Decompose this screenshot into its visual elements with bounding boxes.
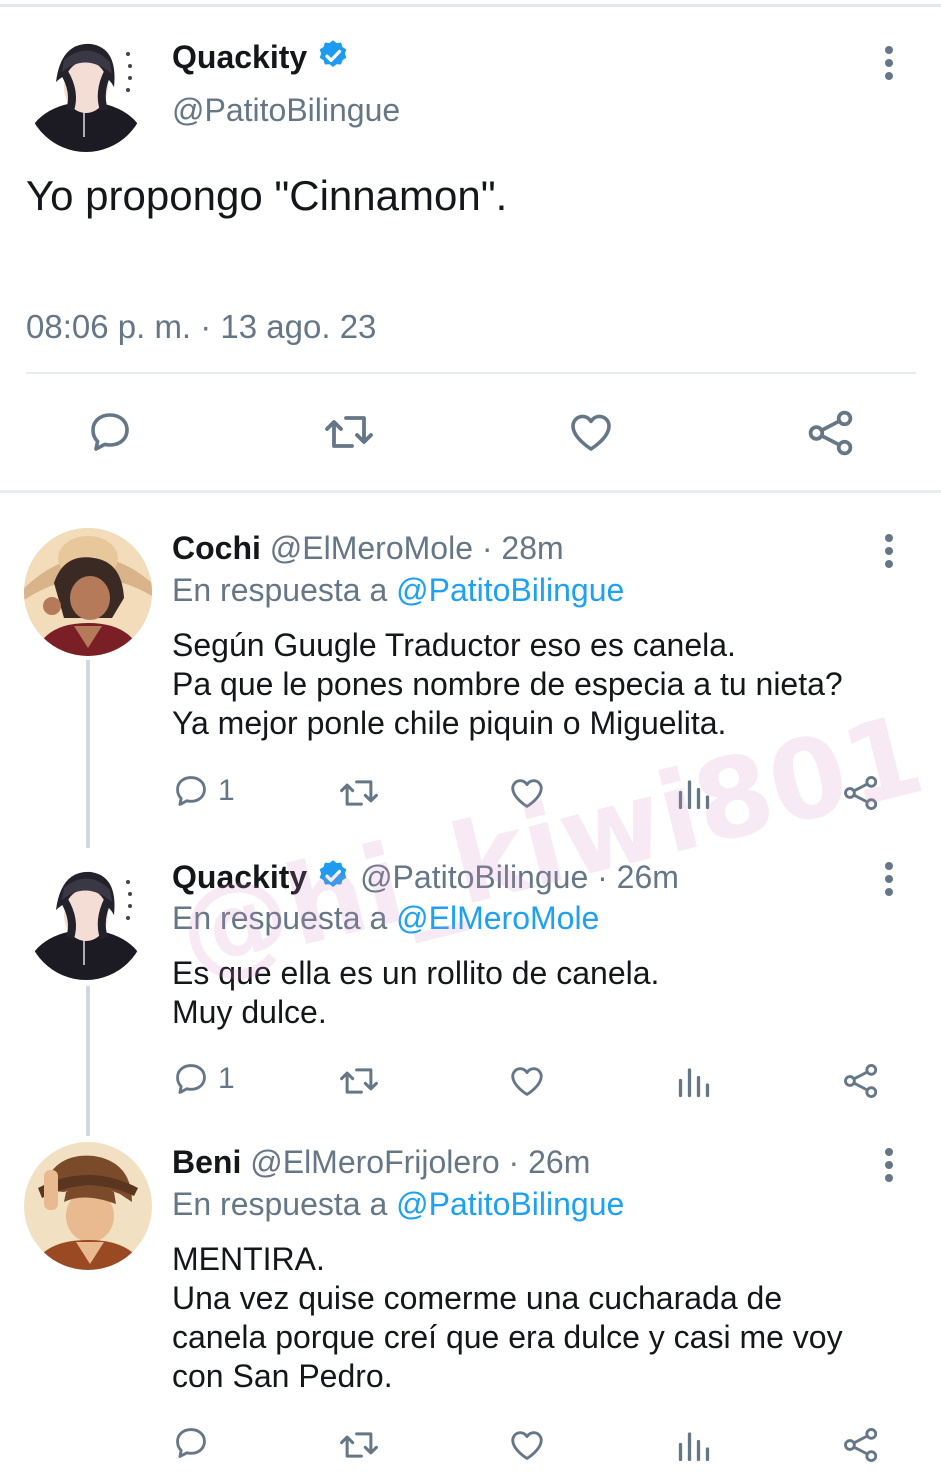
retweet-button[interactable]	[322, 408, 376, 456]
text-line: Según Guugle Traductor eso es canela.	[172, 627, 736, 663]
author-name[interactable]: Quackity	[172, 859, 307, 895]
author-name[interactable]: Beni	[172, 1144, 241, 1180]
heart-icon	[511, 1067, 543, 1096]
author-name[interactable]: Cochi	[172, 530, 261, 566]
retweet-icon	[340, 1068, 378, 1094]
retweet-button[interactable]	[336, 774, 382, 812]
more-options-icon[interactable]	[879, 46, 899, 86]
share-button[interactable]	[842, 1426, 880, 1464]
avatar[interactable]	[24, 1142, 152, 1270]
like-button[interactable]	[507, 1426, 547, 1464]
reply-button[interactable]: 1	[172, 772, 235, 810]
reply-to-line: En respuesta a @PatitoBilingue	[172, 1186, 624, 1223]
reply-to-line: En respuesta a @ElMeroMole	[172, 900, 599, 937]
reply-icon	[176, 1428, 206, 1458]
text-line: Una vez quise comerme una cucharada de	[172, 1280, 783, 1316]
reply-to-label: En respuesta a	[172, 900, 388, 936]
retweet-icon	[340, 1432, 378, 1458]
reply-to-line: En respuesta a @PatitoBilingue	[172, 572, 624, 609]
analytics-button[interactable]	[676, 1428, 712, 1464]
avatar[interactable]	[24, 528, 152, 656]
reply-author-line: Quackity @PatitoBilingue · 26m	[172, 858, 679, 896]
heart-icon	[511, 779, 543, 808]
text-line: MENTIRA.	[172, 1241, 325, 1277]
reply-button[interactable]	[86, 408, 134, 456]
like-button[interactable]	[507, 1062, 547, 1100]
reply-time: · 28m	[481, 530, 564, 566]
tweet-timestamp: 08:06 p. m. · 13 ago. 23	[26, 308, 377, 345]
verified-badge-icon	[319, 860, 347, 887]
share-button[interactable]	[806, 408, 856, 458]
share-icon	[844, 1428, 878, 1462]
reply-author-line: Beni @ElMeroFrijolero · 26m	[172, 1144, 590, 1181]
reply-to-handle[interactable]: @PatitoBilingue	[396, 572, 624, 608]
retweet-icon	[340, 780, 378, 806]
analytics-icon	[678, 1068, 710, 1098]
share-icon	[808, 410, 853, 456]
reply-tweet[interactable]: Beni @ElMeroFrijolero · 26m En respuesta…	[0, 1134, 941, 1475]
reply-text: Es que ella es un rollito de canela. Muy…	[172, 954, 912, 1032]
share-button[interactable]	[842, 1062, 880, 1100]
avatar[interactable]	[26, 32, 146, 152]
retweet-button[interactable]	[336, 1426, 382, 1464]
verified-badge-icon	[319, 40, 347, 67]
reply-icon	[91, 413, 129, 451]
text-line: con San Pedro.	[172, 1358, 393, 1394]
text-line: Muy dulce.	[172, 994, 327, 1030]
heart-icon	[511, 1431, 543, 1460]
like-button[interactable]	[507, 774, 547, 812]
reply-tweet[interactable]: Cochi @ElMeroMole · 28m En respuesta a @…	[0, 520, 941, 840]
more-options-icon[interactable]	[879, 1148, 899, 1188]
analytics-icon	[678, 1432, 710, 1462]
reply-icon	[176, 776, 206, 806]
author-handle[interactable]: @ElMeroFrijolero	[250, 1144, 499, 1180]
author-line: Quackity	[172, 38, 351, 76]
author-handle[interactable]: @ElMeroMole	[270, 530, 473, 566]
reply-text: MENTIRA. Una vez quise comerme una cucha…	[172, 1240, 912, 1396]
analytics-button[interactable]	[676, 776, 712, 812]
section-divider	[0, 490, 941, 493]
reply-count: 1	[218, 774, 235, 807]
reply-to-label: En respuesta a	[172, 1186, 388, 1222]
share-button[interactable]	[842, 774, 880, 812]
avatar[interactable]	[26, 860, 146, 980]
reply-to-handle[interactable]: @ElMeroMole	[396, 900, 599, 936]
heart-icon	[571, 414, 611, 451]
text-line: canela porque creí que era dulce y casi …	[172, 1319, 843, 1355]
reply-count: 1	[218, 1062, 235, 1095]
retweet-button[interactable]	[336, 1062, 382, 1100]
main-tweet: Quackity @PatitoBilingue Yo propongo "Ci…	[0, 0, 941, 492]
text-line: Ya mejor ponle chile piquin o Miguelita.	[172, 705, 727, 741]
reply-tweet[interactable]: Quackity @PatitoBilingue · 26m En respue…	[0, 848, 941, 1128]
reply-button[interactable]	[172, 1424, 218, 1462]
analytics-icon	[678, 780, 710, 810]
reply-to-handle[interactable]: @PatitoBilingue	[396, 1186, 624, 1222]
like-button[interactable]	[566, 408, 616, 456]
author-handle[interactable]: @PatitoBilingue	[172, 92, 400, 129]
reply-to-label: En respuesta a	[172, 572, 388, 608]
divider	[26, 372, 916, 374]
reply-icon	[176, 1064, 206, 1094]
share-icon	[844, 776, 878, 810]
reply-author-line: Cochi @ElMeroMole · 28m	[172, 530, 564, 567]
more-options-icon[interactable]	[879, 862, 899, 902]
reply-button[interactable]: 1	[172, 1060, 235, 1098]
retweet-icon	[325, 416, 373, 448]
reply-time: · 26m	[597, 859, 679, 895]
analytics-button[interactable]	[676, 1064, 712, 1100]
tweet-text: Yo propongo "Cinnamon".	[26, 172, 508, 219]
share-icon	[844, 1064, 878, 1098]
reply-time: · 26m	[508, 1144, 591, 1180]
text-line: Pa que le pones nombre de especia a tu n…	[172, 666, 843, 702]
text-line: Es que ella es un rollito de canela.	[172, 955, 660, 991]
author-handle[interactable]: @PatitoBilingue	[360, 859, 588, 895]
reply-text: Según Guugle Traductor eso es canela. Pa…	[172, 626, 912, 743]
author-name[interactable]: Quackity	[172, 39, 307, 75]
more-options-icon[interactable]	[879, 534, 899, 574]
